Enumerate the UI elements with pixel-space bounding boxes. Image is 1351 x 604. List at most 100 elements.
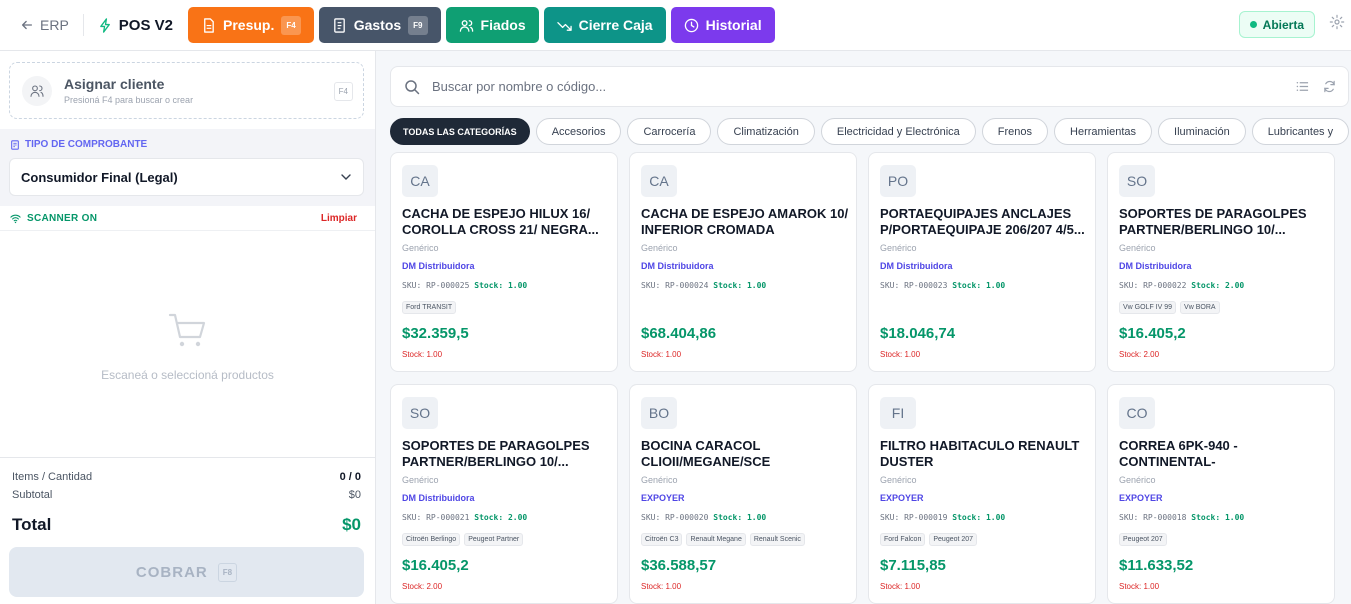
product-tags: Peugeot 207 [1119,533,1167,546]
clear-cart-button[interactable]: Limpiar [321,213,357,224]
clock-icon [684,18,699,33]
refresh-icon[interactable] [1323,80,1336,93]
product-stock-label: Stock: 1.00 [1191,513,1245,522]
product-avatar: FI [880,397,916,429]
subtotal-value: $0 [348,489,361,501]
category-chip[interactable]: Herramientas [1054,118,1153,145]
vehicle-tag: Ford TRANSIT [402,301,457,314]
search-tools [1296,80,1336,93]
product-brand: Genérico [880,243,917,253]
product-brand: Genérico [402,243,439,253]
search-input[interactable] [432,79,1252,94]
receipt-type-select[interactable]: Consumidor Final (Legal) [9,158,364,196]
product-stock: Stock: 1.00 [641,350,682,359]
product-card[interactable]: CA CACHA DE ESPEJO AMAROK 10/ INFERIOR CR… [629,152,857,372]
status-label: Abierta [1262,17,1304,32]
settings-button[interactable] [1329,14,1345,35]
product-sku-row: SKU: RP-000021 Stock: 2.00 [402,513,527,522]
nav-button-gastos[interactable]: Gastos F9 [318,7,441,43]
product-card[interactable]: SO SOPORTES DE PARAGOLPES PARTNER/BERLING… [1107,152,1335,372]
right-tools: Abierta [1238,11,1345,38]
nav-button-presup[interactable]: Presup. F4 [188,7,314,43]
status-dot [1249,21,1257,28]
list-view-icon[interactable] [1296,80,1309,93]
product-card[interactable]: PO PORTAEQUIPAJES ANCLAJES P/PORTAEQUIPAJ… [868,152,1096,372]
category-chip[interactable]: Carrocería [627,118,712,145]
product-sku: SKU: RP-000018 [1119,513,1187,522]
vehicle-tag: Peugeot 207 [929,533,978,546]
category-chip[interactable]: Electricidad y Electrónica [820,118,976,145]
product-price: $7.115,85 [880,557,946,574]
product-stock-label: Stock: 1.00 [713,513,767,522]
product-card[interactable]: CA CACHA DE ESPEJO HILUX 16/ COROLLA CROS… [390,152,618,372]
nav-button-label: Fiados [480,17,526,33]
product-sku: SKU: RP-000023 [880,281,948,290]
product-price: $16.405,2 [402,557,469,574]
shopping-cart-icon [168,313,205,347]
vehicle-tag: Citroën Berlingo [402,533,461,546]
nav-button-cierre-caja[interactable]: Cierre Caja [543,7,666,43]
cart-panel: Asignar cliente Presioná F4 para buscar … [0,51,376,604]
product-card[interactable]: FI FILTRO HABITACULO RENAULT DUSTER Genéri… [868,384,1096,604]
product-sku: SKU: RP-000019 [880,513,948,522]
empty-cart: Escaneá o seleccioná productos [0,311,375,382]
product-price: $68.404,86 [641,325,717,342]
product-avatar: CA [402,165,438,197]
product-name: CACHA DE ESPEJO HILUX 16/ COROLLA CROSS … [402,206,599,237]
product-stock-label: Stock: 2.00 [1191,281,1245,290]
receipt-type-label: TIPO DE COMPROBANTE [10,139,147,150]
product-sku-row: SKU: RP-000018 Stock: 1.00 [1119,513,1244,522]
product-supplier: DM Distribuidora [402,493,475,503]
product-brand: Genérico [402,475,439,485]
product-sku-row: SKU: RP-000024 Stock: 1.00 [641,281,766,290]
back-to-erp-link[interactable]: ERP [20,17,69,33]
nav-button-label: Gastos [353,17,402,33]
product-sku-row: SKU: RP-000019 Stock: 1.00 [880,513,1005,522]
trending-down-icon [556,18,572,33]
product-sku: SKU: RP-000020 [641,513,709,522]
product-supplier: DM Distribuidora [402,261,475,271]
product-tags: Citroën C3 Renault Megane Renault Scenic [641,533,805,546]
cash-status-badge: Abierta [1238,11,1315,38]
items-row: Items / Cantidad 0 / 0 [12,471,361,483]
vehicle-tag: Peugeot 207 [1119,533,1167,546]
product-avatar: BO [641,397,677,429]
lightning-icon [99,17,110,33]
product-name: SOPORTES DE PARAGOLPES PARTNER/BERLINGO … [402,438,590,469]
gear-icon [1329,14,1345,30]
client-avatar [22,75,52,106]
category-chip[interactable]: Frenos [981,118,1049,145]
assign-client-button[interactable]: Asignar cliente Presioná F4 para buscar … [9,62,364,119]
receipt-icon [11,139,19,150]
product-price: $11.633,52 [1119,557,1194,574]
product-supplier: EXPOYER [880,493,924,503]
arrow-left-icon [21,20,33,30]
product-avatar: CO [1119,397,1155,429]
nav-button-fiados[interactable]: Fiados [445,7,539,43]
vehicle-tag: Vw GOLF IV 99 [1119,301,1177,314]
charge-shortcut: F8 [217,562,238,582]
category-chip[interactable]: Accesorios [535,118,622,145]
product-sku-row: SKU: RP-000023 Stock: 1.00 [880,281,1005,290]
category-chip[interactable]: Climatización [717,118,815,145]
items-label: Items / Cantidad [12,471,93,483]
product-price: $16.405,2 [1119,325,1186,342]
category-chip[interactable]: Iluminación [1158,118,1246,145]
product-card[interactable]: BO BOCINA CARACOL CLIOII/MEGANE/SCE Genéri… [629,384,857,604]
product-price: $32.359,5 [402,325,469,342]
product-card[interactable]: SO SOPORTES DE PARAGOLPES PARTNER/BERLING… [390,384,618,604]
totals-section: Items / Cantidad 0 / 0 Subtotal $0 Total… [0,457,375,604]
category-chip[interactable]: Lubricantes y [1251,118,1350,145]
subtotal-row: Subtotal $0 [12,489,361,501]
receipt-type-title: TIPO DE COMPROBANTE [25,139,148,150]
nav-button-historial[interactable]: Historial [670,7,775,43]
category-filter-bar: TODAS LAS CATEGORÍAS Accesorios Carrocería… [390,118,1351,146]
nav-button-shortcut: F4 [281,15,301,35]
vehicle-tag: Vw BORA [1180,301,1220,314]
product-card[interactable]: CO CORREA 6PK-940 - CONTINENTAL- Genérico E… [1107,384,1335,604]
product-sku: SKU: RP-000022 [1119,281,1187,290]
nav-button-label: Historial [705,17,762,33]
charge-button[interactable]: COBRAR F8 [9,547,364,597]
product-avatar: SO [1119,165,1155,197]
category-chip[interactable]: TODAS LAS CATEGORÍAS [390,118,530,145]
